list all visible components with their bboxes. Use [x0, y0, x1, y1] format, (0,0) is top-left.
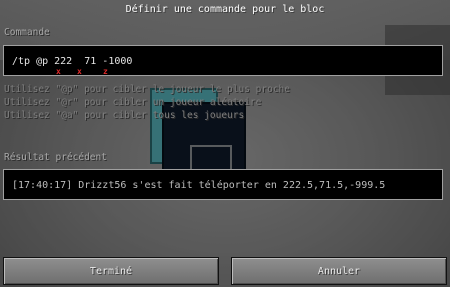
axis-marker-x1: x — [56, 67, 61, 76]
command-input[interactable]: /tp @p 222 71 -1000 — [3, 45, 443, 76]
done-button[interactable]: Terminé — [3, 257, 219, 285]
dialog-title: Définir une commande pour le bloc — [125, 4, 325, 15]
command-label: Commande — [4, 27, 50, 38]
hint-nearest-player: Utilisez "@p" pour cibler le joueur le p… — [4, 84, 290, 95]
done-button-label: Terminé — [89, 265, 133, 277]
axis-marker-x2: x — [77, 67, 82, 76]
cancel-button-label: Annuler — [317, 265, 361, 277]
hint-random-player: Utilisez "@r" pour cibler un joueur aléa… — [4, 97, 262, 108]
axis-marker-z: z — [103, 67, 108, 76]
previous-result-text: [17:40:17] Drizzt56 s'est fait téléporte… — [12, 180, 386, 191]
previous-result-label: Résultat précédent — [4, 152, 107, 163]
previous-result-field: [17:40:17] Drizzt56 s'est fait téléporte… — [3, 169, 443, 200]
dialog-dim-overlay — [0, 0, 450, 287]
cancel-button[interactable]: Annuler — [231, 257, 447, 285]
command-input-text: /tp @p 222 71 -1000 — [12, 56, 133, 67]
hint-all-players: Utilisez "@a" pour cibler tous les joueu… — [4, 110, 245, 121]
